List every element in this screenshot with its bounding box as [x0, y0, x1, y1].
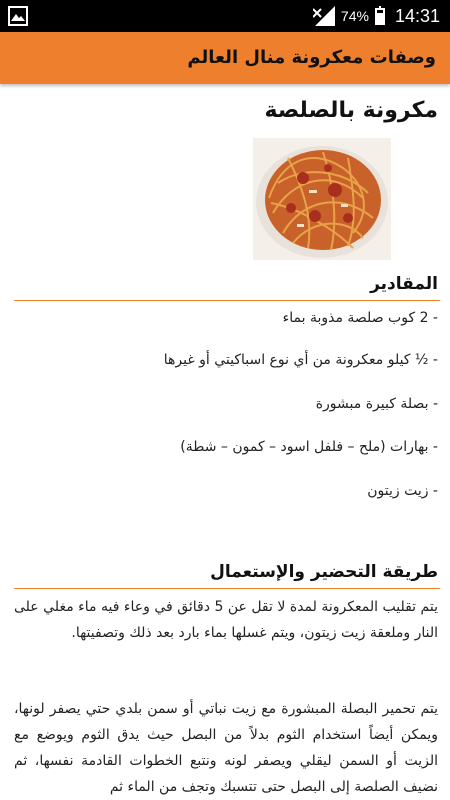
battery-icon	[374, 5, 385, 25]
ingredient-item: - بهارات (ملح – فلفل اسود – كمون – شطة)	[180, 439, 438, 455]
ingredient-item: - 2 كوب صلصة مذوبة بماء	[282, 310, 438, 326]
signal-icon	[312, 6, 335, 26]
battery-percent: 74%	[340, 8, 369, 24]
status-indicators: 74% 14:31	[312, 0, 440, 32]
ingredient-item: - بصلة كبيرة مبشورة	[315, 396, 438, 412]
image-icon	[8, 6, 28, 26]
ingredient-item: - ½ كيلو معكرونة من أي نوع اسباكيتي أو غ…	[163, 352, 438, 368]
ingredients-header: المقادير	[370, 274, 438, 294]
method-divider	[14, 588, 440, 589]
ingredient-item: - زيت زيتون	[367, 483, 438, 499]
method-step: يتم تحمير البصلة المبشورة مع زيت نباتي أ…	[14, 701, 438, 795]
status-bar: 74% 14:31	[0, 0, 450, 32]
ingredients-divider	[14, 300, 440, 301]
recipe-title: مكرونة بالصلصة	[264, 98, 439, 123]
pasta-image	[253, 138, 391, 260]
method-step: يتم تقليب المعكرونة لمدة لا تقل عن 5 دقا…	[14, 599, 438, 641]
clock: 14:31	[394, 5, 440, 26]
app-bar: وصفات معكرونة منال العالم	[0, 32, 450, 84]
method-header: طريقة التحضير والإستعمال	[210, 562, 438, 582]
recipe-content[interactable]: مكرونة بالصلصة المقادير - 2 كوب صلصة مذو…	[0, 84, 450, 800]
app-title: وصفات معكرونة منال العالم	[187, 47, 436, 68]
